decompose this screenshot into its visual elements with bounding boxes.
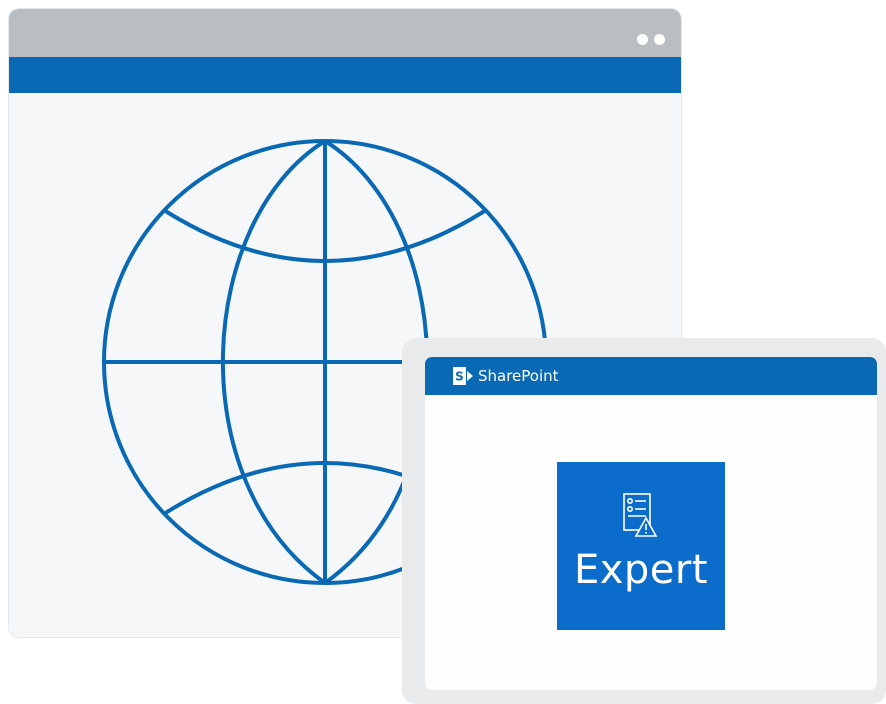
sharepoint-window: S SharePoint Expert: [402, 338, 886, 704]
tile-label: Expert: [573, 547, 709, 593]
checklist-warning-icon: [623, 493, 658, 537]
sharepoint-page: S SharePoint Expert: [425, 357, 877, 690]
sharepoint-logo-icon[interactable]: S: [453, 367, 475, 385]
sharepoint-header: S SharePoint: [425, 357, 877, 395]
expert-tile[interactable]: Expert: [557, 462, 725, 630]
app-name[interactable]: SharePoint: [478, 367, 559, 385]
svg-text:S: S: [455, 370, 464, 384]
